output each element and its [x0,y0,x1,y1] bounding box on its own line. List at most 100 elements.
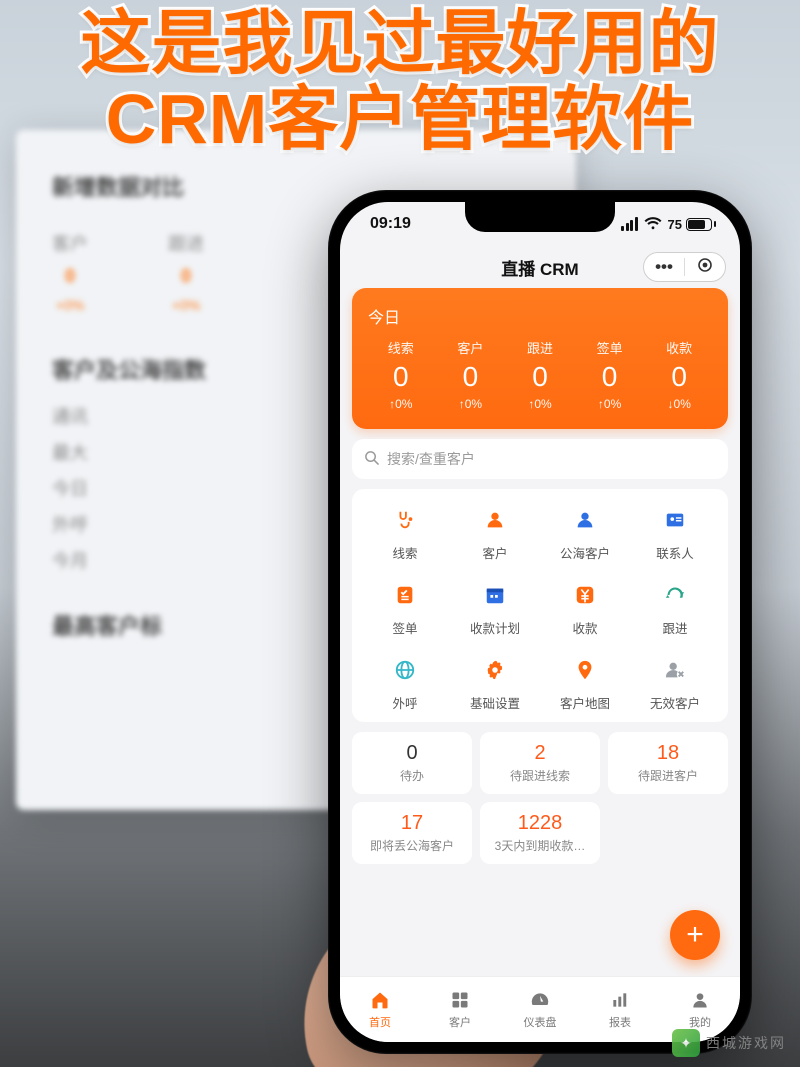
globe-icon [388,653,422,687]
today-metric-delta: ↑0% [575,397,645,411]
today-metric-delta: ↑0% [505,397,575,411]
tab-customers[interactable]: 客户 [420,977,500,1042]
pin-icon [568,653,602,687]
today-metric-value: 0 [366,359,436,395]
app-contracts[interactable]: 签单 [360,578,450,637]
app-settings[interactable]: 基础设置 [450,653,540,712]
caption-line-1: 这是我见过最好用的 [0,6,800,82]
watermark-text: 西城游戏网 [706,1033,786,1053]
app-invalid[interactable]: 无效客户 [630,653,720,712]
app-payments[interactable]: 收款 [540,578,630,637]
chart-icon [609,989,631,1011]
today-metric-3[interactable]: 签单 0 ↑0% [575,336,645,419]
tile-value: 2 [484,742,596,765]
caption-overlay: 这是我见过最好用的 CRM客户管理软件 [0,6,800,157]
task-tile-3[interactable]: 17即将丢公海客户 [352,802,472,864]
app-label: 外呼 [392,693,417,712]
today-card[interactable]: 今日 ▾ 线索0↑0%客户0↑0%跟进0↑0%签单0↑0%收款0↓0% [352,288,728,429]
tab-label: 报表 [609,1014,631,1030]
tile-value: 0 [356,742,468,765]
today-metric-delta: ↓0% [644,397,714,411]
app-titlebar: 直播 CRM ••• [340,246,740,288]
miniprogram-capsule: ••• [643,252,726,282]
yen-icon [568,578,602,612]
home-icon [369,989,391,1011]
gauge-icon [529,989,551,1011]
app-label: 基础设置 [470,693,520,712]
app-label: 收款计划 [470,618,520,637]
task-tile-2[interactable]: 18待跟进客户 [608,732,728,794]
phone-frame: 09:19 75 直播 CRM ••• [328,190,752,1054]
app-title: 直播 CRM [501,255,578,280]
person-icon [568,503,602,537]
search-icon [364,450,379,468]
app-label: 无效客户 [650,693,700,712]
target-icon [697,257,713,278]
today-metric-1[interactable]: 客户0↑0% [436,336,506,419]
today-metric-value: 0 [575,359,645,395]
checklist-icon [388,578,422,612]
app-leads[interactable]: 线索 [360,503,450,562]
today-metric-label: 客户 [436,338,506,357]
today-metric-label: 跟进 [505,338,575,357]
tile-label: 待跟进线索 [484,767,596,784]
today-metric-delta: ↑0% [366,397,436,411]
today-metric-0[interactable]: 线索 0 ↑0% [366,336,436,419]
ellipsis-icon: ••• [655,257,673,277]
id-card-icon [658,503,692,537]
app-label: 跟进 [662,618,687,637]
person-icon [478,503,512,537]
calendar-icon [478,578,512,612]
signal-icon [621,217,638,231]
person-x-icon [658,653,692,687]
app-public-pool[interactable]: 公海客户 [540,503,630,562]
tab-label: 客户 [449,1014,471,1030]
watermark-logo-icon: ✦ [672,1029,700,1057]
app-outbound[interactable]: 外呼 [360,653,450,712]
battery-percent: 75 [668,217,682,232]
battery-icon: 75 [668,217,716,232]
watermark: ✦ 西城游戏网 [672,1029,786,1057]
tab-label: 首页 [369,1014,391,1030]
today-metric-label: 线索 [366,338,436,357]
tile-value: 1228 [484,812,596,835]
tab-reports[interactable]: 报表 [580,977,660,1042]
task-tile-0[interactable]: 0 待办 [352,732,472,794]
capsule-menu-button[interactable]: ••• [644,253,684,281]
app-label: 收款 [572,618,597,637]
task-tile-1[interactable]: 2 待跟进线索 [480,732,600,794]
wifi-icon [644,217,662,231]
today-metric-value: 0 [505,359,575,395]
status-time: 09:19 [370,215,411,233]
today-metric-delta: ↑0% [436,397,506,411]
today-metric-2[interactable]: 跟进 0 ↑0% [505,336,575,419]
today-metric-4[interactable]: 收款0↓0% [644,336,714,419]
today-metric-label: 签单 [575,338,645,357]
app-label: 公海客户 [560,543,610,562]
search-input[interactable]: 搜索/查重客户 [352,439,728,479]
app-contacts[interactable]: 联系人 [630,503,720,562]
fab-add-button[interactable]: + [670,910,720,960]
app-label: 线索 [392,543,417,562]
tile-value: 18 [612,742,724,765]
phone-screen: 09:19 75 直播 CRM ••• [340,202,740,1042]
tab-home[interactable]: 首页 [340,977,420,1042]
search-placeholder: 搜索/查重客户 [387,449,475,469]
tab-dashboard[interactable]: 仪表盘 [500,977,580,1042]
app-followups[interactable]: 跟进 [630,578,720,637]
app-grid-card: 线索 客户公海客户 联系人签单收款计划 收款 跟进外呼 基础设置 客户地图 无效客户 [352,489,728,722]
capsule-close-button[interactable] [685,253,725,281]
tile-label: 待办 [356,767,468,784]
app-pay-plan[interactable]: 收款计划 [450,578,540,637]
app-map[interactable]: 客户地图 [540,653,630,712]
today-card-title: 今日 [368,304,400,328]
app-customers[interactable]: 客户 [450,503,540,562]
stethoscope-icon [388,503,422,537]
app-label: 客户地图 [560,693,610,712]
user-icon [689,989,711,1011]
caption-line-2: CRM客户管理软件 [0,82,800,158]
grid-icon [449,989,471,1011]
task-tile-4[interactable]: 12283天内到期收款… [480,802,600,864]
gear-icon [478,653,512,687]
tile-value: 17 [356,812,468,835]
